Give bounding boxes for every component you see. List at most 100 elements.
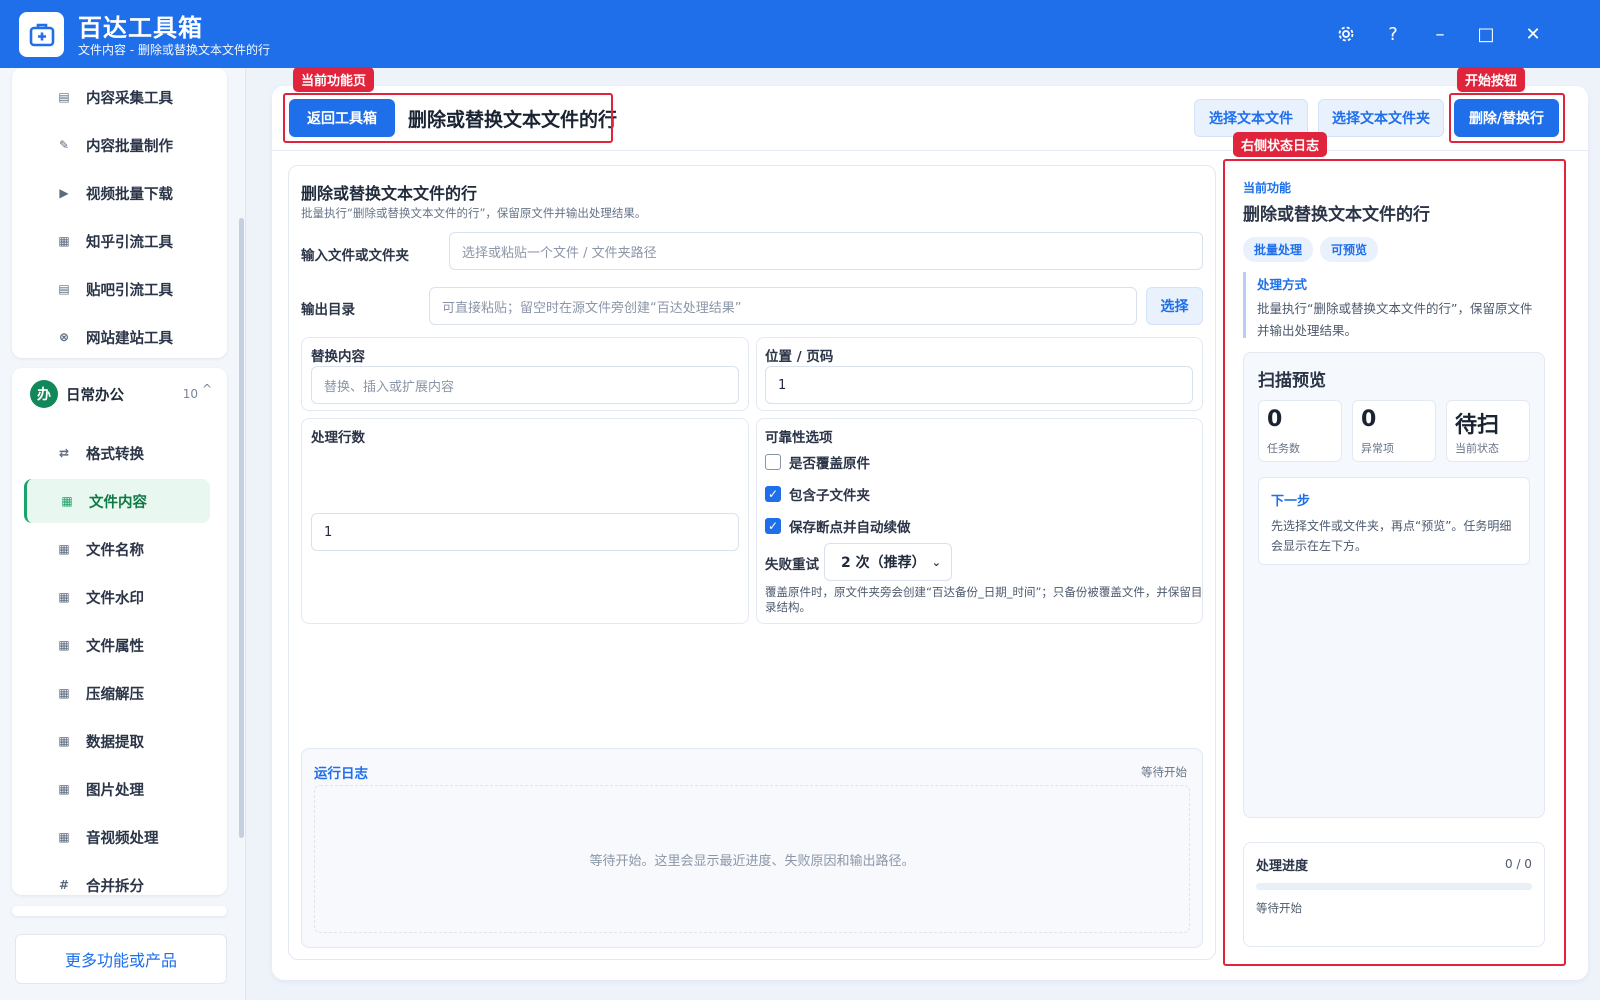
tool-icon: ✎ xyxy=(58,138,70,152)
sidebar-item[interactable]: ▦ 文件内容 xyxy=(24,479,210,523)
replace-label: 替换内容 xyxy=(311,349,365,365)
grid-icon: ▦ xyxy=(58,542,70,556)
lines-label: 处理行数 xyxy=(311,430,365,446)
sidebar-item[interactable]: ▦ 音视频处理 xyxy=(24,815,210,859)
title-bar: 百达工具箱 文件内容 - 删除或替换文本文件的行 ? – □ ✕ xyxy=(0,0,1600,68)
grid-icon: ▦ xyxy=(58,830,70,844)
method-text-1: 批量执行“删除或替换文本文件的行”，保留原文件 xyxy=(1257,301,1533,316)
annotation-current-page-tag: 当前功能页 xyxy=(293,67,375,92)
run-delete-replace-button[interactable]: 删除/替换行 xyxy=(1454,99,1559,137)
sidebar-card-next xyxy=(12,906,227,916)
chevron-down-icon: ⌄ xyxy=(931,555,941,569)
grid-icon: ▦ xyxy=(58,638,70,652)
retry-select-value: 2 次（推荐） xyxy=(841,555,926,571)
sidebar-item[interactable]: ▦ 文件名称 xyxy=(24,527,210,571)
sidebar-item-label: 合并拆分 xyxy=(86,878,144,895)
sidebar-item[interactable]: ▦ 文件水印 xyxy=(24,575,210,619)
overwrite-original-checkbox[interactable]: 是否覆盖原件 xyxy=(765,452,870,472)
output-label: 输出目录 xyxy=(301,302,355,318)
log-output: 等待开始。这里会显示最近进度、失败原因和输出路径。 xyxy=(314,785,1190,933)
input-path-field[interactable]: 选择或粘贴一个文件 / 文件夹路径 xyxy=(449,232,1203,270)
annotation-status-log-tag: 右侧状态日志 xyxy=(1233,132,1328,157)
sidebar-item-label: 内容采集工具 xyxy=(86,90,173,107)
sidebar-item-label: 内容批量制作 xyxy=(86,138,173,155)
retry-select[interactable]: 2 次（推荐） ⌄ xyxy=(824,543,952,581)
stat-errors: 0 异常项 xyxy=(1352,400,1436,462)
sidebar-item[interactable]: ▶ 视频批量下载 xyxy=(24,171,210,215)
page-title: 删除或替换文本文件的行 xyxy=(408,109,618,131)
sidebar-item[interactable]: ▤ 内容采集工具 xyxy=(24,75,210,119)
sidebar-scrollbar[interactable] xyxy=(239,218,244,838)
form-description: 批量执行“删除或替换文本文件的行”，保留原文件并输出处理结果。 xyxy=(301,206,647,220)
output-select-button[interactable]: 选择 xyxy=(1146,287,1203,325)
sidebar-item-label: 网站建站工具 xyxy=(86,330,173,347)
sidebar-item-label: 格式转换 xyxy=(86,446,144,463)
checkbox-empty-icon xyxy=(765,454,781,470)
output-dir-field[interactable]: 可直接粘贴；留空时在源文件旁创建“百达处理结果” xyxy=(429,287,1137,325)
back-to-toolbox-button[interactable]: 返回工具箱 xyxy=(289,99,395,137)
checkbox-label: 保存断点并自动续做 xyxy=(789,520,911,536)
more-products-button[interactable]: 更多功能或产品 xyxy=(15,934,227,984)
replace-content-field[interactable]: 替换、插入或扩展内容 xyxy=(311,366,739,404)
log-title: 运行日志 xyxy=(314,766,368,782)
sidebar-item-label: 压缩解压 xyxy=(86,686,144,703)
sidebar-item-label: 文件名称 xyxy=(86,542,144,559)
lines-count-field[interactable]: 1 xyxy=(311,513,739,551)
sidebar-item[interactable]: ⇄ 格式转换 xyxy=(24,431,210,475)
select-text-folder-button[interactable]: 选择文本文件夹 xyxy=(1318,99,1444,137)
scan-title: 扫描预览 xyxy=(1258,371,1326,391)
sidebar-group-office[interactable]: 办 日常办公 10 ^ xyxy=(18,372,218,416)
stat-value: 0 xyxy=(1267,407,1283,432)
form-title: 删除或替换文本文件的行 xyxy=(301,184,478,203)
app-subtitle: 文件内容 - 删除或替换文本文件的行 xyxy=(78,43,270,57)
grid-icon: ⇄ xyxy=(58,446,70,460)
sidebar-item-label: 贴吧引流工具 xyxy=(86,282,173,299)
app-logo-icon xyxy=(19,12,64,57)
group-count: 10 xyxy=(182,387,198,401)
minimize-button[interactable]: – xyxy=(1426,20,1454,48)
stat-label: 任务数 xyxy=(1267,442,1300,455)
sidebar-item[interactable]: ▦ 文件属性 xyxy=(24,623,210,667)
sidebar-item[interactable]: # 合并拆分 xyxy=(24,863,210,907)
tool-icon: ▶ xyxy=(59,186,69,200)
progress-count: 0 / 0 xyxy=(1505,857,1532,871)
settings-gear-icon[interactable] xyxy=(1332,20,1360,48)
checkbox-label: 包含子文件夹 xyxy=(789,488,870,504)
position-field[interactable]: 1 xyxy=(765,366,1193,404)
input-label: 输入文件或文件夹 xyxy=(301,248,409,264)
close-button[interactable]: ✕ xyxy=(1519,20,1547,48)
current-function-label: 当前功能 xyxy=(1243,181,1292,195)
grid-icon: # xyxy=(58,878,70,892)
grid-icon: ▦ xyxy=(58,734,70,748)
sidebar-item-label: 文件内容 xyxy=(89,494,147,511)
group-name: 日常办公 xyxy=(66,387,124,404)
tool-icon: ▤ xyxy=(58,90,70,104)
grid-icon: ▦ xyxy=(61,494,73,508)
annotation-start-button-tag: 开始按钮 xyxy=(1457,67,1526,92)
next-step-text-1: 先选择文件或文件夹，再点“预览”。任务明细 xyxy=(1271,519,1512,533)
overwrite-note: 覆盖原件时，原文件夹旁会创建“百达备份_日期_时间”；只备份被覆盖文件，并保留目… xyxy=(765,585,1203,614)
sidebar-item[interactable]: ▦ 知乎引流工具 xyxy=(24,219,210,263)
sidebar-item-label: 视频批量下载 xyxy=(86,186,173,203)
sidebar-item[interactable]: ▤ 贴吧引流工具 xyxy=(24,267,210,311)
save-checkpoint-checkbox[interactable]: ✓ 保存断点并自动续做 xyxy=(765,516,911,536)
sidebar-item[interactable]: ▦ 压缩解压 xyxy=(24,671,210,715)
maximize-button[interactable]: □ xyxy=(1472,20,1500,48)
method-text-2: 并输出处理结果。 xyxy=(1257,323,1358,338)
sidebar-item-label: 数据提取 xyxy=(86,734,144,751)
sidebar-item[interactable]: ✎ 内容批量制作 xyxy=(24,123,210,167)
sidebar-item-label: 知乎引流工具 xyxy=(86,234,173,251)
help-button[interactable]: ? xyxy=(1379,20,1407,48)
sidebar-item[interactable]: ▦ 数据提取 xyxy=(24,719,210,763)
stat-tasks: 0 任务数 xyxy=(1258,400,1342,462)
method-accent-bar xyxy=(1243,272,1246,338)
stat-value: 待扫 xyxy=(1455,413,1500,438)
log-status: 等待开始 xyxy=(1141,765,1187,779)
checkmark-icon: ✓ xyxy=(765,518,781,534)
include-subfolders-checkbox[interactable]: ✓ 包含子文件夹 xyxy=(765,484,870,504)
tool-icon: ▤ xyxy=(58,282,70,296)
sidebar-item[interactable]: ⊗ 网站建站工具 xyxy=(24,315,210,359)
sidebar-item[interactable]: ▦ 图片处理 xyxy=(24,767,210,811)
method-label: 处理方式 xyxy=(1257,277,1308,292)
progress-title: 处理进度 xyxy=(1256,859,1309,874)
